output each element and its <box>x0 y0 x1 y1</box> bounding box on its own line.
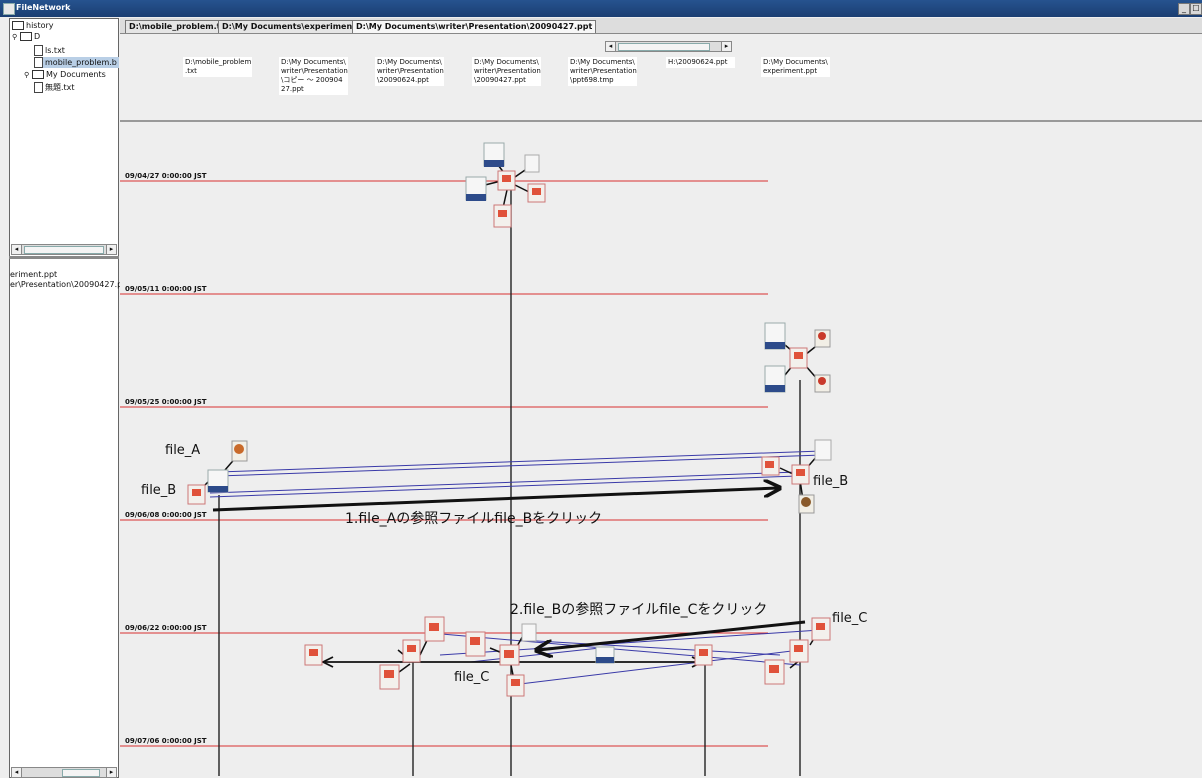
date-label: 09/07/06 0:00:00 JST <box>125 737 207 745</box>
file-icon <box>34 82 43 93</box>
expand-toggle-icon[interactable]: ⚲ <box>24 71 30 79</box>
expand-toggle-icon[interactable]: ⚲ <box>12 33 18 41</box>
title-bar: FileNetwork _ ☐ <box>0 0 1202 17</box>
date-label: 09/05/11 0:00:00 JST <box>125 285 207 293</box>
column-header[interactable]: D:\My Documents\ writer\Presentation \pp… <box>568 57 637 86</box>
document-tabs: D:\mobile_problem.txt D:\My Documents\ex… <box>120 18 1202 34</box>
maximize-button[interactable]: ☐ <box>1190 3 1202 15</box>
scroll-left-icon[interactable]: ◂ <box>12 245 22 254</box>
column-header[interactable]: D:\My Documents\ writer\Presentation \20… <box>375 57 444 86</box>
minimize-button[interactable]: _ <box>1178 3 1190 15</box>
annotation-file-c-right: file_C <box>832 611 868 626</box>
scroll-thumb[interactable] <box>24 246 104 254</box>
panel-divider[interactable] <box>9 256 119 259</box>
tree-node-drive[interactable]: ⚲ D <box>12 32 40 41</box>
window-title: FileNetwork <box>16 3 71 12</box>
scroll-right-icon[interactable]: ▸ <box>106 245 116 254</box>
file-icon <box>34 45 43 56</box>
annotation-step2: 2.file_Bの参照ファイルfile_Cをクリック <box>510 602 768 618</box>
column-header[interactable]: H:\20090624.ppt <box>666 57 735 68</box>
tree-label: 無題.txt <box>45 83 75 92</box>
column-header[interactable]: D:\My Documents\ writer\Presentation \コピ… <box>279 57 348 95</box>
column-horizontal-scrollbar[interactable]: ◂ ▸ <box>605 41 732 52</box>
annotation-file-b-right: file_B <box>813 474 849 489</box>
tree-node-file[interactable]: ls.txt <box>34 45 65 56</box>
scroll-right-icon[interactable]: ▸ <box>721 42 731 51</box>
app-icon <box>3 3 15 15</box>
bottom-horizontal-scrollbar[interactable]: ◂ ▸ <box>11 767 117 778</box>
selected-path-line: eriment.ppt <box>10 270 58 279</box>
history-panel: history ⚲ D ls.txt mobile_problem.b ⚲ My… <box>9 18 119 778</box>
tree-node-file[interactable]: 無題.txt <box>34 82 75 93</box>
tree-node-file-selected[interactable]: mobile_problem.b <box>34 57 119 68</box>
tree-node-folder[interactable]: ⚲ My Documents <box>24 70 106 79</box>
tree-label: My Documents <box>46 70 106 79</box>
folder-icon <box>20 32 32 41</box>
tree-node-history[interactable]: history <box>12 21 54 30</box>
timeline-canvas <box>120 122 1202 776</box>
date-label: 09/04/27 0:00:00 JST <box>125 172 207 180</box>
tree-label: D <box>34 32 41 41</box>
annotation-file-c-center: file_C <box>454 670 490 685</box>
file-column-header: ◂ ▸ D:\mobile_problem .txt D:\My Documen… <box>120 34 1202 122</box>
tree-label: ls.txt <box>45 46 65 55</box>
scroll-thumb[interactable] <box>618 43 710 51</box>
date-label: 09/05/25 0:00:00 JST <box>125 398 207 406</box>
tree-horizontal-scrollbar[interactable]: ◂ ▸ <box>11 244 117 255</box>
folder-icon <box>12 21 24 30</box>
selected-path-line: er\Presentation\20090427.ppt <box>10 280 131 289</box>
column-header[interactable]: D:\My Documents\ experiment.ppt <box>761 57 830 77</box>
file-icon <box>34 57 43 68</box>
annotation-file-a: file_A <box>165 443 201 458</box>
selected-path-list: eriment.ppt er\Presentation\20090427.ppt <box>10 270 130 290</box>
folder-icon <box>32 70 44 79</box>
date-label: 09/06/08 0:00:00 JST <box>125 511 207 519</box>
column-header[interactable]: D:\mobile_problem .txt <box>183 57 252 77</box>
tree-label: history <box>26 21 54 30</box>
column-header[interactable]: D:\My Documents\ writer\Presentation \20… <box>472 57 541 86</box>
tree-label: mobile_problem.b <box>45 58 117 67</box>
date-label: 09/06/22 0:00:00 JST <box>125 624 207 632</box>
scroll-left-icon[interactable]: ◂ <box>606 42 616 51</box>
annotation-step1: 1.file_Aの参照ファイルfile_Bをクリック <box>345 511 603 527</box>
annotation-file-b-left: file_B <box>141 483 177 498</box>
tab-20090427[interactable]: D:\My Documents\writer\Presentation\2009… <box>352 20 597 33</box>
